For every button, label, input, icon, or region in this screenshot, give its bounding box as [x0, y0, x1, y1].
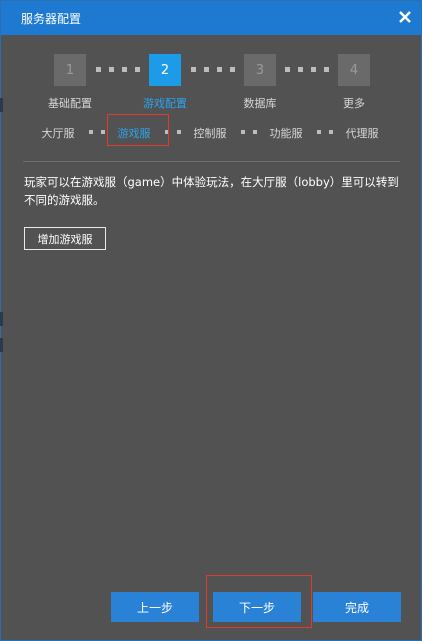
step-1[interactable]: 1	[54, 54, 86, 86]
step-label-basic[interactable]: 基础配置	[48, 95, 92, 111]
substep-dot	[165, 130, 169, 134]
step-connector-dot	[298, 67, 303, 72]
add-game-server-button[interactable]: 增加游戏服	[24, 227, 106, 250]
step-connector-dot	[311, 67, 316, 72]
next-step-button[interactable]: 下一步	[213, 592, 301, 622]
close-button[interactable]	[395, 7, 415, 27]
step-connector-dot	[285, 67, 290, 72]
step-connector-dot	[191, 67, 196, 72]
step-connector-dot	[230, 67, 235, 72]
game-server-description: 玩家可以在游戏服（game）中体验玩法，在大厅服（lobby）里可以转到不同的游…	[24, 175, 399, 207]
step-connector-dot	[109, 67, 114, 72]
step-label-more[interactable]: 更多	[343, 95, 365, 111]
step-2[interactable]: 2	[149, 54, 181, 86]
step-connector-dot	[217, 67, 222, 72]
substep-game-server[interactable]: 游戏服	[118, 125, 151, 141]
close-icon	[399, 11, 411, 23]
substep-dot	[101, 130, 105, 134]
substep-dot	[329, 130, 333, 134]
step-4[interactable]: 4	[338, 54, 370, 86]
step-connector-dot	[96, 67, 101, 72]
substep-lobby[interactable]: 大厅服	[42, 125, 75, 141]
step-3[interactable]: 3	[244, 54, 276, 86]
step-connector-dot	[122, 67, 127, 72]
finish-button[interactable]: 完成	[313, 592, 401, 622]
dialog-title: 服务器配置	[21, 12, 82, 26]
dialog-titlebar: 服务器配置	[1, 1, 421, 35]
substep-dot	[177, 130, 181, 134]
substep-proxy[interactable]: 代理服	[346, 125, 379, 141]
substep-dot	[89, 130, 93, 134]
substep-dot	[317, 130, 321, 134]
background-edge	[0, 338, 3, 352]
step-connector-dot	[324, 67, 329, 72]
step-connector-dot	[204, 67, 209, 72]
substep-dot	[253, 130, 257, 134]
step-label-database[interactable]: 数据库	[244, 95, 277, 111]
substep-dot	[241, 130, 245, 134]
background-edge	[0, 312, 3, 326]
server-config-dialog: 服务器配置 1 2 3 4 基础配置 游戏配置 数据库 更多 大厅服 游戏服 控…	[0, 0, 422, 641]
background-edge	[0, 98, 3, 112]
substep-function[interactable]: 功能服	[270, 125, 303, 141]
prev-step-button[interactable]: 上一步	[111, 592, 199, 622]
step-connector-dot	[135, 67, 140, 72]
step-label-game[interactable]: 游戏配置	[143, 95, 187, 111]
section-divider	[23, 161, 400, 162]
substep-control[interactable]: 控制服	[194, 125, 227, 141]
